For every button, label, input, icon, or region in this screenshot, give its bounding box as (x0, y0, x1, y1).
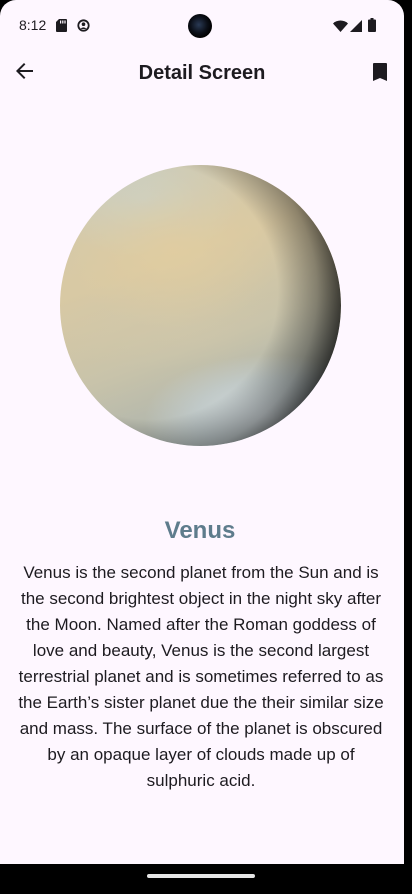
circle-status-icon (77, 19, 90, 37)
top-app-bar: Detail Screen (0, 52, 404, 96)
sd-card-icon (56, 19, 67, 37)
status-bar: 8:12 (0, 0, 404, 52)
bookmark-icon (373, 62, 387, 86)
signal-icon (350, 19, 362, 37)
wifi-icon (333, 19, 348, 37)
page-title: Detail Screen (138, 62, 266, 84)
home-indicator[interactable] (147, 874, 255, 878)
bookmark-button[interactable] (366, 60, 394, 88)
planet-shadow (60, 165, 341, 446)
planet-name: Venus (164, 517, 236, 544)
app-screen: 8:12 Detail Screen Venus Venus is the se… (0, 0, 404, 864)
status-time: 8:12 (19, 17, 47, 33)
battery-icon (368, 18, 376, 37)
device-frame: 8:12 Detail Screen Venus Venus is the se… (0, 0, 412, 894)
planet-description: Venus is the second planet from the Sun … (18, 563, 384, 790)
front-camera (188, 14, 212, 38)
planet-image (60, 165, 341, 446)
